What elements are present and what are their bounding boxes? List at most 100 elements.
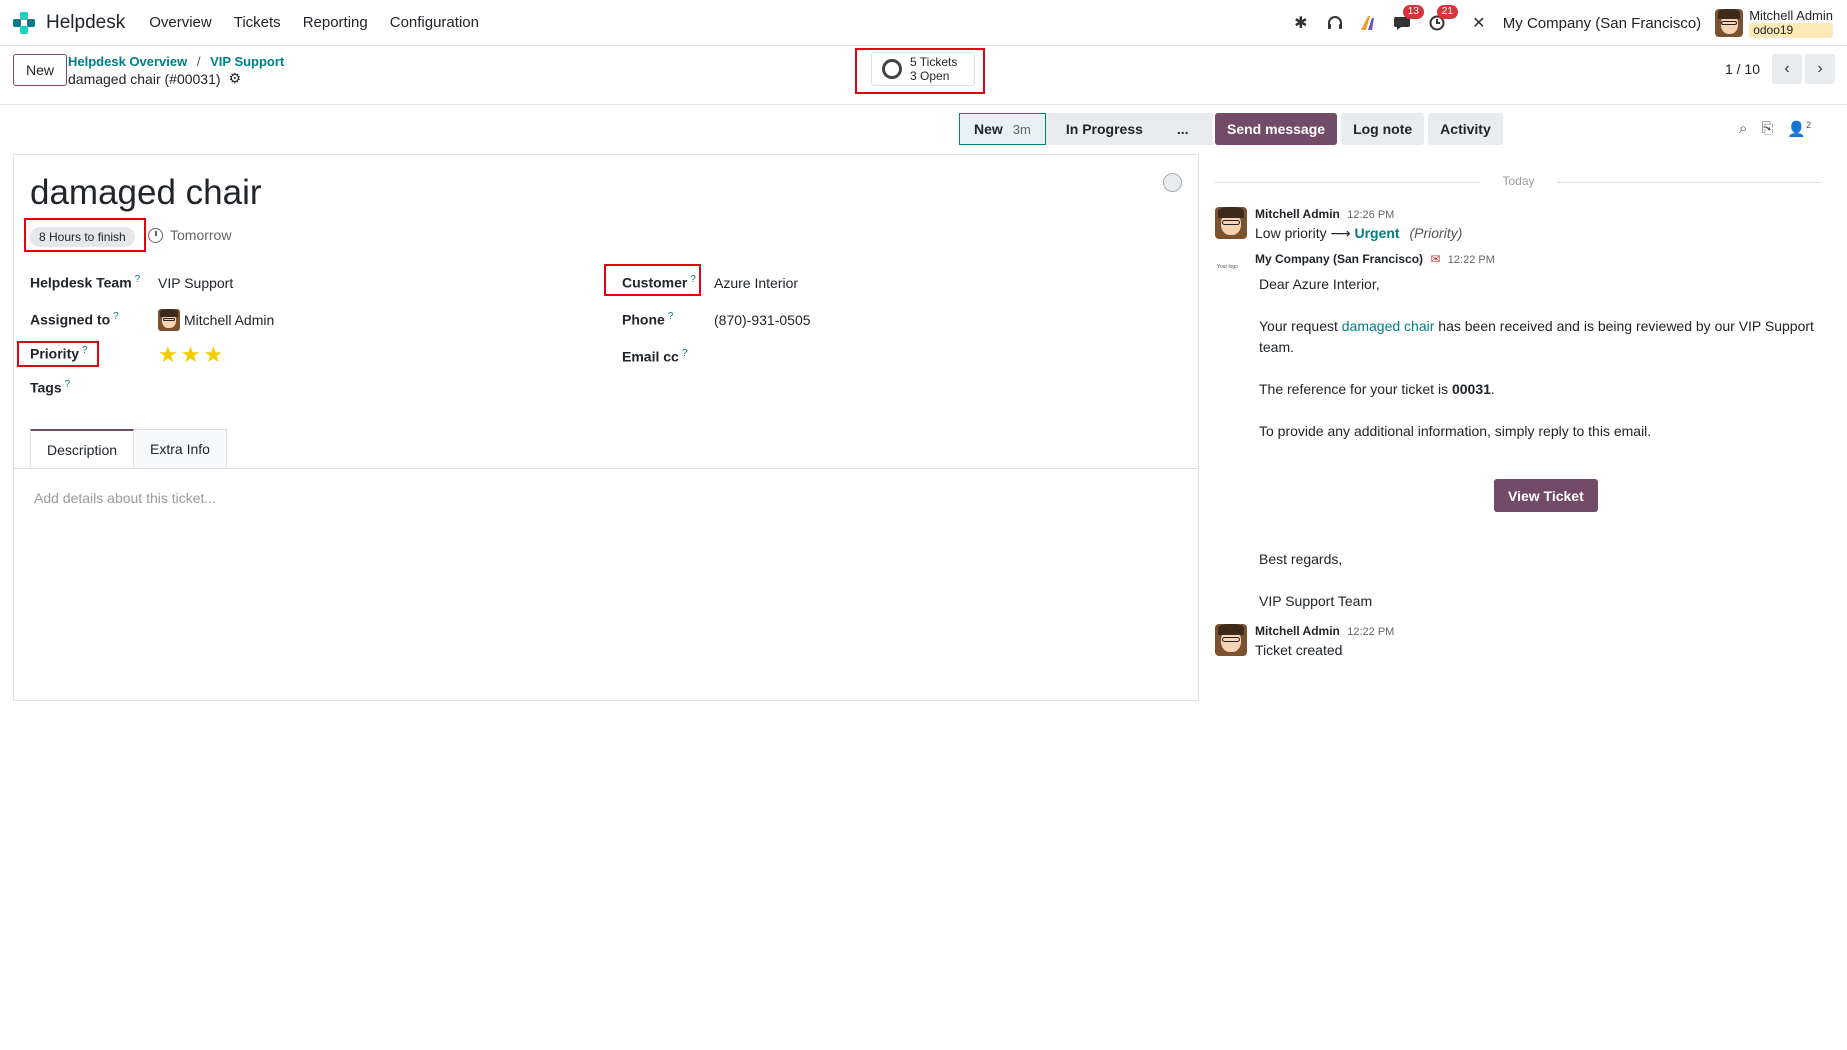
menu-overview[interactable]: Overview: [149, 14, 212, 31]
avatar: [158, 309, 180, 331]
sla-deadline: Tomorrow: [148, 227, 231, 243]
annotation-box: [24, 218, 146, 252]
search-icon[interactable]: ⌕: [1739, 120, 1747, 138]
customer-field[interactable]: Azure Interior: [714, 275, 798, 291]
view-ticket-button[interactable]: View Ticket: [1494, 479, 1598, 512]
record-title: damaged chair (#00031): [68, 70, 221, 87]
new-button[interactable]: New: [13, 54, 68, 86]
menu-configuration[interactable]: Configuration: [390, 14, 479, 31]
gear-icon[interactable]: ⚙: [229, 70, 242, 87]
tab-description[interactable]: Description: [30, 429, 135, 468]
menu-tickets[interactable]: Tickets: [234, 14, 281, 31]
user-menu[interactable]: Mitchell Admin odoo19: [1749, 8, 1833, 38]
helpdesk-team-field[interactable]: VIP Support: [158, 275, 233, 291]
tracking-new-value: Urgent: [1354, 225, 1400, 241]
tools-icon[interactable]: ✕: [1469, 13, 1489, 33]
annotation-box: [855, 48, 985, 94]
navbar-right: ✱ 13 21 ✕ My Company (San Francisco) Mit…: [1291, 0, 1847, 46]
company-logo: Your logo: [1217, 264, 1238, 270]
email-regards: Best regards,: [1259, 551, 1343, 567]
message-header: My Company (San Francisco) ✉ 12:22 PM: [1255, 252, 1495, 266]
stage-statusbar: New 3m In Progress ...: [959, 113, 1213, 145]
sla-deadline-value: Tomorrow: [170, 227, 232, 243]
star-icon[interactable]: ★: [158, 342, 178, 368]
stage-label: New: [974, 121, 1003, 137]
stage-more[interactable]: ...: [1156, 113, 1213, 145]
kanban-state-toggle[interactable]: [1163, 173, 1182, 192]
send-message-button[interactable]: Send message: [1215, 113, 1338, 145]
ticket-title[interactable]: damaged chair: [30, 173, 262, 213]
avatar[interactable]: [1215, 207, 1247, 239]
message-time: 12:22 PM: [1347, 626, 1395, 638]
avatar[interactable]: [1215, 624, 1247, 656]
message-body: Ticket created: [1255, 642, 1343, 658]
breadcrumb-vip-support[interactable]: VIP Support: [210, 54, 284, 69]
tab-extra-info[interactable]: Extra Info: [134, 429, 227, 468]
star-icon[interactable]: ★: [181, 342, 201, 368]
ai-icon[interactable]: [1359, 13, 1379, 33]
stage-duration: 3m: [1012, 121, 1031, 137]
previous-record-button[interactable]: ‹: [1772, 54, 1802, 84]
notebook-tabs: Description Extra Info: [30, 429, 227, 468]
company-switcher[interactable]: My Company (San Francisco): [1503, 15, 1701, 32]
phone-label: Phone?: [622, 311, 674, 328]
pager-value[interactable]: 1 / 10: [1725, 61, 1760, 77]
description-editor[interactable]: Add details about this ticket...: [34, 490, 216, 506]
message-time: 12:26 PM: [1347, 209, 1395, 221]
stage-in-progress[interactable]: In Progress: [1045, 113, 1157, 145]
activity-clock-icon[interactable]: 21: [1427, 5, 1458, 33]
activity-button[interactable]: Activity: [1428, 113, 1503, 145]
phone-field[interactable]: (870)-931-0505: [714, 312, 811, 328]
envelope-icon: ✉: [1430, 252, 1441, 266]
user-name: Mitchell Admin: [1749, 8, 1833, 23]
annotation-box: [17, 341, 99, 367]
message-time: 12:22 PM: [1447, 254, 1495, 266]
menu-reporting[interactable]: Reporting: [303, 14, 368, 31]
activities-badge: 21: [1436, 5, 1458, 19]
clock-icon: [148, 227, 163, 243]
chatter-toolbar: Send message Log note Activity: [1215, 113, 1507, 145]
messages-badge: 13: [1402, 5, 1424, 19]
log-note-button[interactable]: Log note: [1341, 113, 1425, 145]
next-record-button[interactable]: ›: [1805, 54, 1835, 84]
messages-icon[interactable]: 13: [1393, 5, 1424, 33]
user-avatar[interactable]: [1715, 9, 1744, 37]
attachment-icon[interactable]: ⎘: [1761, 120, 1773, 138]
bug-icon[interactable]: ✱: [1291, 13, 1311, 33]
helpdesk-team-label: Helpdesk Team?: [30, 274, 141, 291]
message-author[interactable]: Mitchell Admin: [1255, 624, 1340, 638]
app-name: Helpdesk: [46, 11, 126, 33]
email-line-3: To provide any additional information, s…: [1259, 423, 1652, 439]
arrow-right-icon: ⟶: [1330, 225, 1355, 241]
pager: 1 / 10 ‹ ›: [1725, 54, 1847, 84]
stage-label: ...: [1176, 121, 1189, 137]
email-line-1: Your request damaged chair has been rece…: [1259, 318, 1814, 334]
message-author[interactable]: My Company (San Francisco): [1255, 252, 1423, 266]
chatter-icons: ⌕ ⎘ 👤2: [1739, 120, 1825, 138]
tags-label: Tags?: [30, 379, 71, 396]
assigned-to-field[interactable]: Mitchell Admin: [158, 309, 274, 331]
tab-divider: [14, 468, 1198, 469]
top-navbar: Helpdesk Overview Tickets Reporting Conf…: [0, 0, 1847, 46]
email-cc-label: Email cc?: [622, 348, 688, 365]
assigned-to-label: Assigned to?: [30, 311, 119, 328]
message-header: Mitchell Admin 12:26 PM: [1255, 207, 1394, 221]
assigned-to-value: Mitchell Admin: [184, 312, 275, 328]
followers-icon[interactable]: 👤2: [1787, 120, 1811, 138]
main-menu: Overview Tickets Reporting Configuration: [149, 14, 501, 31]
stage-new[interactable]: New 3m: [959, 113, 1046, 145]
tracking-field-name: (Priority): [1409, 225, 1463, 241]
star-icon[interactable]: ★: [203, 342, 223, 368]
message-author[interactable]: Mitchell Admin: [1255, 207, 1340, 221]
breadcrumb: Helpdesk Overview / VIP Support: [68, 54, 284, 69]
form-sheet: damaged chair 8 Hours to finish Tomorrow…: [13, 154, 1199, 701]
stage-label: In Progress: [1065, 121, 1143, 137]
annotation-box: [604, 264, 701, 296]
email-line-1-continued: team.: [1259, 339, 1295, 355]
breadcrumb-separator: /: [196, 54, 201, 69]
ticket-link[interactable]: damaged chair: [1342, 318, 1435, 334]
app-brand[interactable]: Helpdesk: [12, 11, 125, 35]
headset-icon[interactable]: [1325, 13, 1345, 33]
breadcrumb-helpdesk-overview[interactable]: Helpdesk Overview: [68, 54, 187, 69]
tracking-value: Low priority ⟶ Urgent (Priority): [1255, 225, 1462, 242]
